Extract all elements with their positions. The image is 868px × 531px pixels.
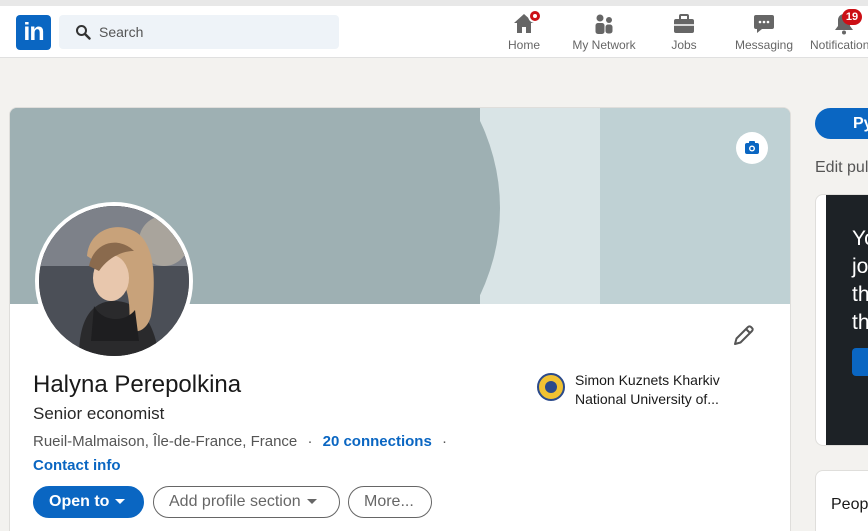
open-to-button[interactable]: Open to: [33, 486, 144, 518]
nav-home[interactable]: Home: [494, 6, 554, 58]
nav-notifications-label: Notifications: [810, 38, 868, 52]
sidebar-primary-button[interactable]: Py: [815, 108, 868, 139]
more-button[interactable]: More...: [348, 486, 432, 518]
people-also-viewed-card: Peop: [815, 470, 868, 531]
education-line-2: National University of...: [575, 391, 719, 407]
notifications-badge: 19: [842, 9, 862, 25]
edit-intro-pencil-icon[interactable]: [732, 323, 756, 347]
add-profile-section-button[interactable]: Add profile section: [153, 486, 340, 518]
more-label: More...: [364, 493, 414, 510]
caret-down-icon: [306, 499, 317, 505]
nav-home-label: Home: [507, 38, 540, 52]
profile-photo[interactable]: [35, 202, 193, 360]
profile-name: Halyna Perepolkina: [33, 371, 242, 398]
profile-card: Halyna Perepolkina Senior economist Ruei…: [9, 107, 791, 531]
nav-jobs-label: Jobs: [671, 38, 697, 52]
nav-notifications[interactable]: 19 Notifications: [810, 6, 868, 58]
add-profile-section-label: Add profile section: [169, 493, 301, 510]
sidebar-ad-card[interactable]: Yo jo th th: [815, 194, 868, 446]
home-notification-dot: [528, 9, 542, 23]
education-entry[interactable]: Simon Kuznets Kharkiv National Universit…: [537, 371, 777, 411]
separator-dot: ·: [307, 433, 313, 450]
edit-cover-button[interactable]: [736, 132, 768, 164]
ad-cta-button[interactable]: [852, 348, 868, 376]
nav-my-network[interactable]: My Network: [566, 6, 642, 58]
ad-text: Yo jo th th: [852, 227, 868, 334]
profile-photo-image: [39, 206, 189, 356]
open-to-label: Open to: [49, 493, 110, 510]
location-row: Rueil-Malmaison, Île-de-France, France ·…: [33, 433, 447, 450]
nav-messaging[interactable]: Messaging: [730, 6, 798, 58]
connections-link[interactable]: 20 connections: [323, 433, 432, 450]
people-card-title: Peop: [831, 496, 868, 513]
separator-dot: ·: [441, 433, 447, 450]
search-icon: [76, 25, 91, 40]
nav-messaging-label: Messaging: [734, 38, 794, 52]
caret-down-icon: [115, 499, 126, 505]
search-placeholder: Search: [99, 24, 144, 40]
university-logo: [537, 373, 565, 401]
people-icon: [595, 14, 613, 34]
nav-my-network-label: My Network: [572, 38, 636, 52]
education-line-1: Simon Kuznets Kharkiv: [575, 372, 720, 388]
education-text: Simon Kuznets Kharkiv National Universit…: [575, 371, 775, 409]
nav-jobs[interactable]: Jobs: [656, 6, 712, 58]
edit-public-profile-link[interactable]: Edit pul: [815, 159, 868, 177]
search-input[interactable]: Search: [59, 15, 339, 49]
chat-icon: [754, 15, 774, 33]
linkedin-logo[interactable]: in: [16, 15, 51, 50]
briefcase-icon: [674, 14, 694, 33]
camera-icon: [745, 141, 759, 154]
profile-headline: Senior economist: [33, 404, 165, 423]
global-nav: in Search Home My Network Jobs Messaging…: [0, 0, 868, 58]
profile-location: Rueil-Malmaison, Île-de-France, France: [33, 433, 298, 450]
contact-info-link[interactable]: Contact info: [33, 457, 121, 474]
